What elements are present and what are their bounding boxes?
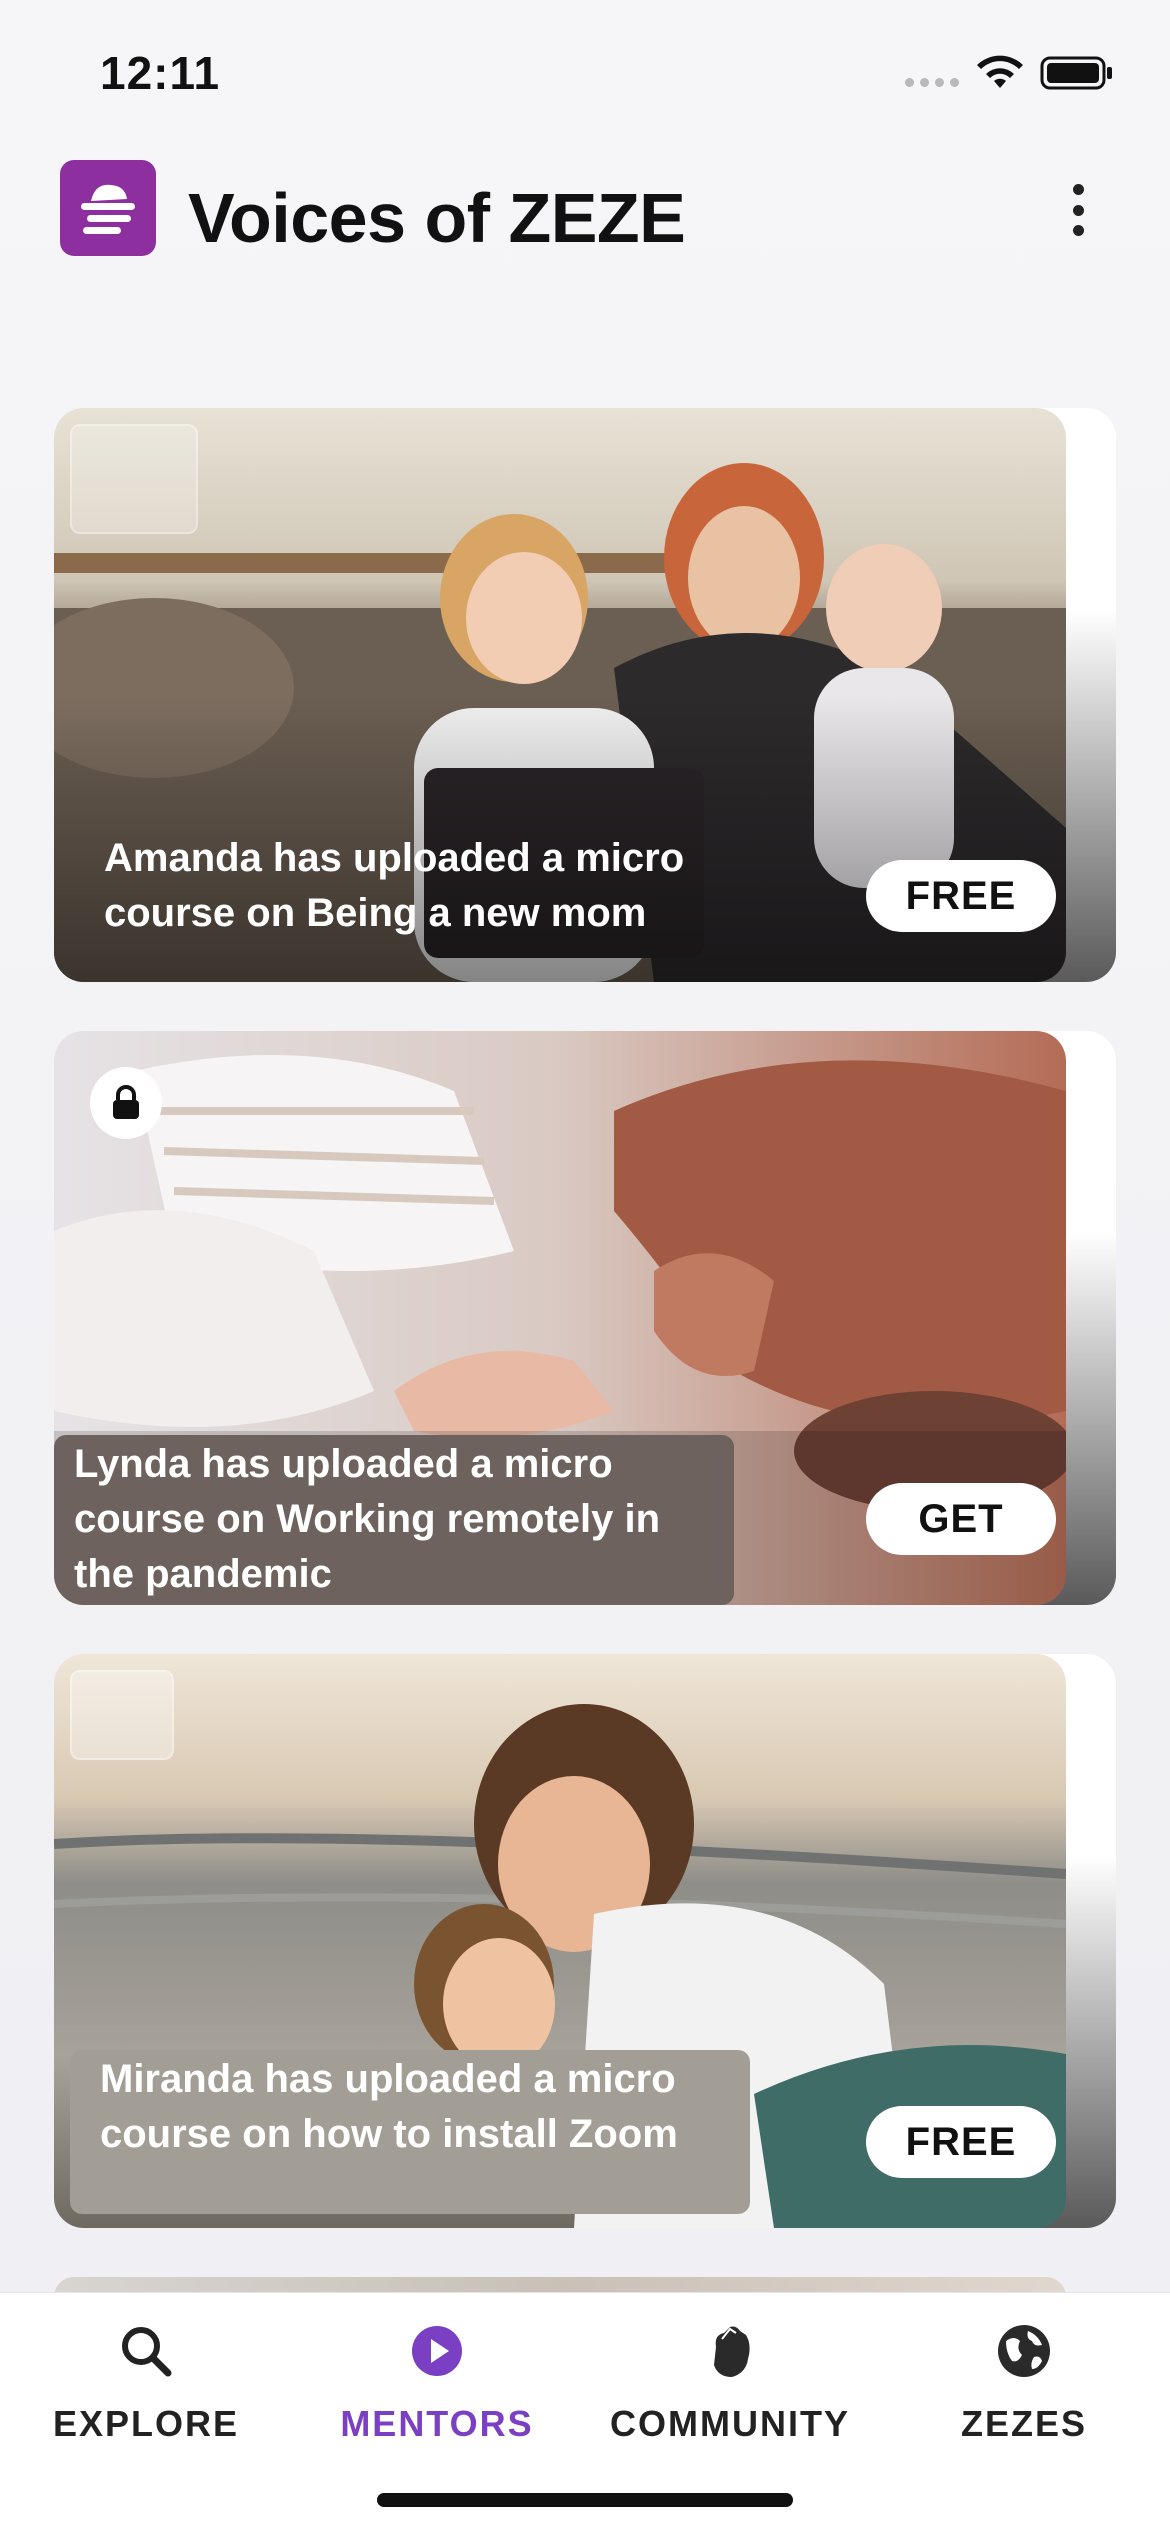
course-card-title: Lynda has uploaded a micro course on Wor…: [54, 1435, 734, 1605]
course-card-image[interactable]: Lynda has uploaded a micro course on Wor…: [54, 1031, 1066, 1605]
nav-label: EXPLORE: [52, 2403, 240, 2444]
cellular-signal-icon: [905, 78, 959, 87]
home-indicator: [377, 2493, 793, 2507]
thumbnail-placeholder: [70, 424, 198, 534]
get-button[interactable]: GET: [866, 1483, 1056, 1555]
nav-label: ZEZES: [960, 2403, 1087, 2444]
battery-icon: [1040, 56, 1112, 90]
nav-label: COMMUNITY: [610, 2403, 850, 2444]
nav-item-explore[interactable]: EXPLORE: [16, 2321, 276, 2461]
course-card-title: Amanda has uploaded a micro course on Be…: [104, 836, 685, 935]
nav-item-community[interactable]: COMMUNITY: [600, 2321, 860, 2461]
lock-icon: [90, 1067, 162, 1139]
course-card-image[interactable]: Miranda has uploaded a micro course on h…: [54, 1654, 1066, 2228]
status-time: 12:11: [100, 47, 221, 99]
status-bar: 12:11: [0, 0, 1170, 140]
app-logo: [60, 160, 156, 256]
wifi-icon: [977, 55, 1023, 88]
free-button[interactable]: FREE: [866, 860, 1056, 932]
nav-item-mentors[interactable]: MENTORS: [307, 2321, 567, 2461]
course-card[interactable]: Miranda has uploaded a micro course on h…: [54, 1654, 1116, 2228]
zeze-logo-icon: [81, 184, 135, 234]
globe-icon: [998, 2325, 1050, 2377]
play-circle-icon: [412, 2326, 462, 2376]
course-card[interactable]: Lynda has uploaded a micro course on Wor…: [54, 1031, 1116, 1605]
more-options-button[interactable]: [1060, 180, 1096, 240]
free-button[interactable]: FREE: [866, 2106, 1056, 2178]
fist-icon: [714, 2326, 750, 2377]
screen: 12:11 Voices of ZEZE Amanda has uploaded…: [0, 0, 1170, 2532]
course-card-title: Miranda has uploaded a micro course on h…: [70, 2050, 750, 2214]
search-icon: [122, 2327, 172, 2377]
nav-label: MENTORS: [340, 2403, 534, 2444]
course-card-image[interactable]: Amanda has uploaded a micro course on Be…: [54, 408, 1066, 982]
nav-item-zezes[interactable]: ZEZES: [894, 2321, 1154, 2461]
app-header: Voices of ZEZE: [0, 150, 1170, 290]
course-card[interactable]: Amanda has uploaded a micro course on Be…: [54, 408, 1116, 982]
page-title: Voices of ZEZE: [188, 179, 686, 257]
thumbnail-placeholder: [70, 1670, 174, 1760]
